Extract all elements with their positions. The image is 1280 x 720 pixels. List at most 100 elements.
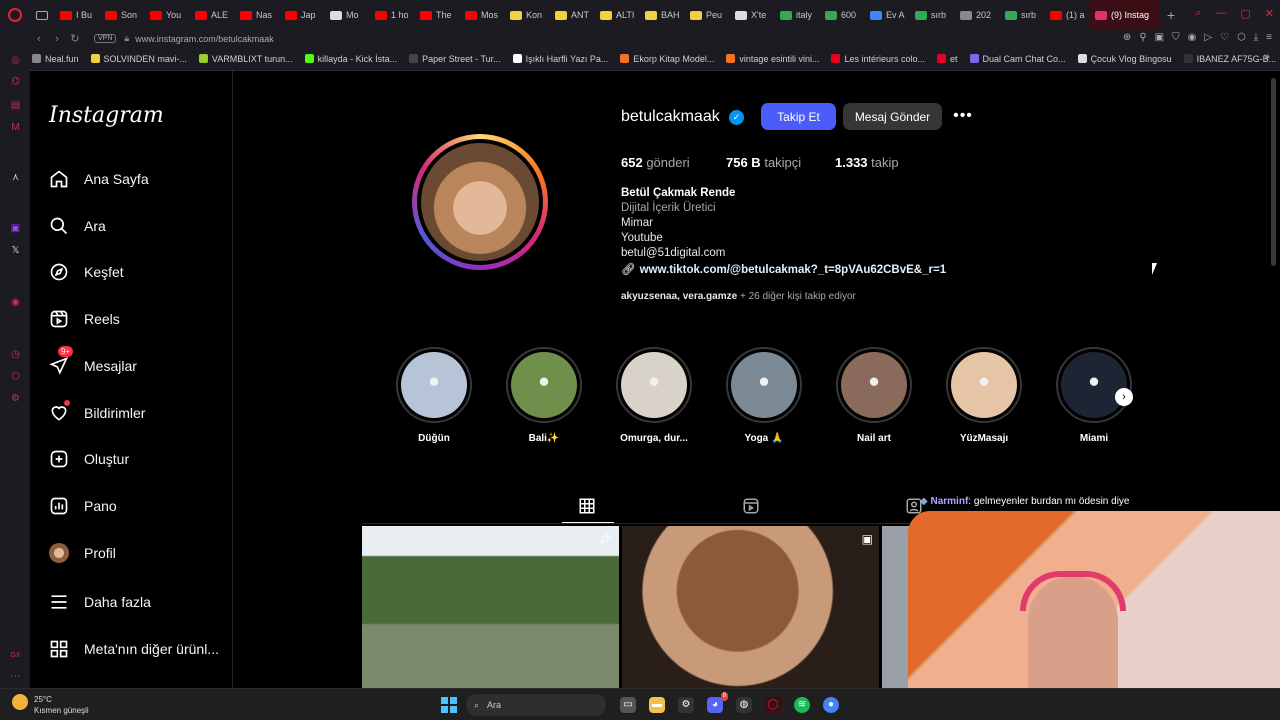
play-icon[interactable]: ▷ — [1204, 32, 1212, 43]
bookmark-item[interactable]: IBANEZ AF75G-B... — [1183, 54, 1276, 64]
tab-posts-grid-icon[interactable] — [577, 497, 597, 517]
forward-arrow-icon[interactable]: › — [48, 33, 66, 45]
highlight-item[interactable]: Bali✨ — [506, 347, 582, 444]
extensions-icon[interactable]: ⬡ — [1237, 32, 1246, 43]
nav-search[interactable]: Ara — [48, 215, 106, 237]
browser-tab[interactable]: Son — [99, 0, 144, 30]
file-explorer-icon[interactable]: ▬ — [649, 697, 665, 713]
follow-button[interactable]: Takip Et — [761, 103, 836, 130]
bookmark-item[interactable]: SOLVINDEN mavi-... — [90, 54, 187, 64]
back-arrow-icon[interactable]: ‹ — [30, 33, 48, 45]
bookmark-item[interactable]: killayda - Kick İsta... — [304, 54, 397, 64]
browser-tab[interactable]: 600 — [819, 0, 864, 30]
heart-icon[interactable]: ♡ — [1220, 32, 1229, 43]
bookmark-item[interactable]: vintage esintili vini... — [726, 54, 819, 64]
nav-explore[interactable]: Keşfet — [48, 261, 124, 283]
browser-tab[interactable]: You — [144, 0, 189, 30]
browser-tab[interactable]: The — [414, 0, 459, 30]
weather-widget[interactable]: 25°C Kısmen güneşli — [12, 694, 89, 716]
task-view-icon[interactable]: ▭ — [620, 697, 636, 713]
new-tab-button[interactable]: + — [1159, 7, 1183, 23]
messenger-icon[interactable]: ⌬ — [10, 76, 21, 87]
bookmarks-more-icon[interactable]: » — [1264, 51, 1270, 63]
whatsapp-icon[interactable]: ▤ — [10, 100, 21, 111]
browser-tab[interactable]: Ev A — [864, 0, 909, 30]
highlight-item[interactable]: Omurga, dur... — [616, 347, 692, 444]
opera-logo[interactable] — [0, 0, 30, 30]
easy-setup-icon[interactable]: ≡ — [1266, 32, 1272, 43]
browser-tab[interactable]: BAH — [639, 0, 684, 30]
highlight-item[interactable]: Yoga 🙏 — [726, 347, 802, 444]
browser-tab[interactable]: Nas — [234, 0, 279, 30]
tab-reels-icon[interactable] — [741, 497, 761, 517]
browser-tab[interactable]: italy — [774, 0, 819, 30]
bookmark-item[interactable]: et — [937, 54, 958, 64]
snapshot-icon[interactable]: ▣ — [1155, 32, 1164, 43]
browser-tab[interactable]: Mo — [324, 0, 369, 30]
url-field[interactable]: www.instagram.com/betulcakmaak — [135, 34, 274, 44]
browser-tab[interactable]: 1 ho — [369, 0, 414, 30]
nav-notifications[interactable]: Bildirimler — [48, 400, 145, 424]
followed-by[interactable]: akyuzsenaa, vera.gamze + 26 diğer kişi t… — [621, 291, 856, 302]
history-icon[interactable]: ◷ — [10, 349, 21, 360]
aria-icon[interactable]: ⋏ — [10, 172, 21, 183]
tab-workspaces[interactable] — [30, 0, 54, 30]
discord-icon[interactable]: ◕ 9 — [707, 692, 728, 713]
browser-tab[interactable]: Kon — [504, 0, 549, 30]
browser-tab[interactable]: Jap — [279, 0, 324, 30]
browser-tab[interactable]: 202 — [954, 0, 999, 30]
followers-stat[interactable]: 756 B takipçi — [726, 155, 801, 170]
bio-link[interactable]: 🔗︎ www.tiktok.com/@betulcakmak?_t=8pVAu62… — [621, 262, 946, 276]
settings-icon[interactable]: ⚙ — [10, 393, 21, 404]
browser-tab[interactable]: ANT — [549, 0, 594, 30]
browser-tab[interactable]: ALTI — [594, 0, 639, 30]
bookmark-item[interactable]: Les intérieurs colo... — [831, 54, 925, 64]
nav-home[interactable]: Ana Sayfa — [48, 168, 149, 190]
obs-icon[interactable]: ◍ — [736, 697, 752, 713]
browser-tab[interactable]: (1) a — [1044, 0, 1089, 30]
spotify-icon[interactable]: ≋ — [794, 697, 810, 713]
bookmark-item[interactable]: Işıklı Harfli Yazı Pa... — [512, 54, 608, 64]
shield-icon[interactable]: ⛉ — [1172, 32, 1180, 43]
chrome-icon[interactable]: ● — [823, 697, 839, 713]
zoom-icon[interactable]: ⊕ — [1123, 32, 1131, 43]
highlight-item[interactable]: YüzMasajı — [946, 347, 1022, 444]
camera-icon[interactable]: ◉ — [1188, 32, 1197, 43]
bookmark-item[interactable]: Paper Street - Tur... — [409, 54, 501, 64]
download-icon[interactable]: ⤓ — [1254, 32, 1258, 43]
gx-icon[interactable]: GX — [10, 650, 21, 661]
browser-tab[interactable]: ALE — [189, 0, 234, 30]
highlight-item[interactable]: Nail art — [836, 347, 912, 444]
more-options-icon[interactable]: ••• — [952, 106, 974, 126]
browser-tab[interactable]: X'te — [729, 0, 774, 30]
page-scrollbar[interactable] — [1271, 78, 1276, 266]
maximize-button[interactable]: ▢ — [1240, 7, 1250, 20]
nav-reels[interactable]: Reels — [48, 308, 120, 330]
browser-tab[interactable]: Peu — [684, 0, 729, 30]
post-thumbnail[interactable]: 📌︎ — [362, 526, 619, 688]
taskbar-search[interactable]: ⌕ Ara — [466, 694, 606, 716]
bookmark-item[interactable]: Neal.fun — [32, 54, 79, 64]
nav-messages[interactable]: 9+ Mesajlar — [48, 346, 137, 377]
profile-avatar[interactable] — [412, 134, 548, 270]
nav-dashboard[interactable]: Pano — [48, 495, 117, 517]
browser-tab[interactable]: Mos — [459, 0, 504, 30]
bookmark-item[interactable]: Ekorp Kitap Model... — [620, 54, 714, 64]
message-button[interactable]: Mesaj Gönder — [843, 103, 942, 130]
extensions-icon[interactable]: ⬡ — [10, 371, 21, 382]
minimize-button[interactable]: — — [1215, 7, 1226, 20]
pin-icon[interactable]: ⚲ — [1139, 32, 1146, 43]
lock-icon[interactable]: 🔒︎ — [124, 33, 129, 44]
nav-meta-apps[interactable]: Meta'nın diğer ürünl... — [48, 638, 219, 660]
ai-icon[interactable]: ◎ — [10, 55, 21, 66]
highlights-next-icon[interactable]: › — [1115, 388, 1133, 406]
browser-tab[interactable]: I Bu — [54, 0, 99, 30]
settings-icon[interactable]: ⚙ — [678, 697, 694, 713]
browser-tab[interactable]: sırb — [999, 0, 1044, 30]
opera-gx-icon[interactable]: ◯ — [765, 697, 781, 713]
nav-more[interactable]: Daha fazla — [48, 591, 151, 613]
bookmark-item[interactable]: VARMBLIXT turun... — [198, 54, 293, 64]
instagram-logo[interactable]: Instagram — [49, 103, 164, 128]
bookmark-item[interactable]: Dual Cam Chat Co... — [969, 54, 1066, 64]
following-stat[interactable]: 1.333 takip — [835, 155, 899, 170]
